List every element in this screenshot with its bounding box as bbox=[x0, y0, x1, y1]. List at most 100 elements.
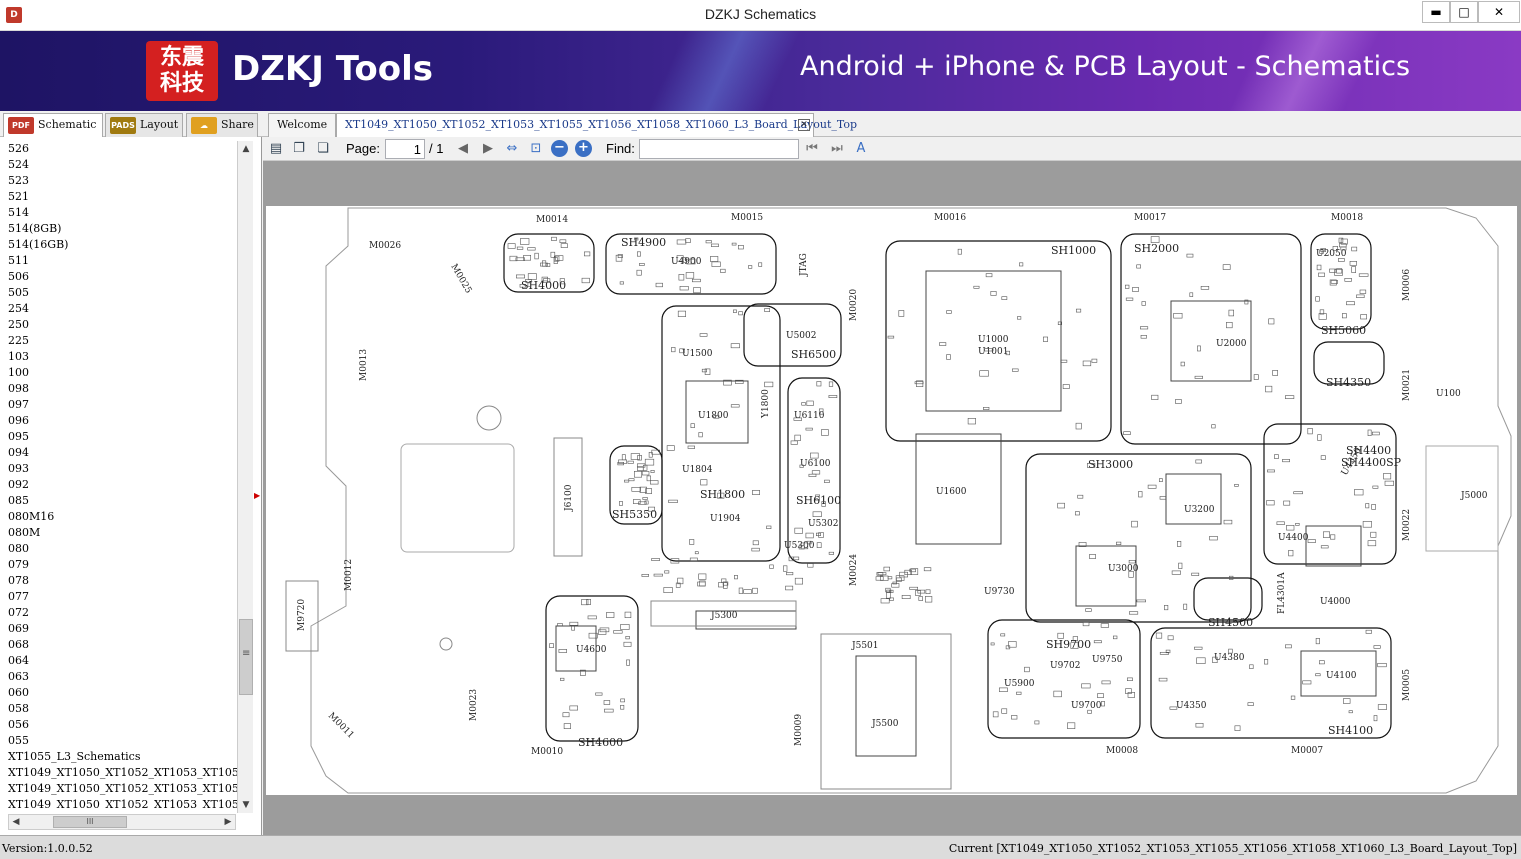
file-list-item[interactable]: 096 bbox=[0, 413, 237, 429]
file-list-item[interactable]: 100 bbox=[0, 365, 237, 381]
file-list-item[interactable]: 250 bbox=[0, 317, 237, 333]
tab-welcome[interactable]: Welcome bbox=[268, 113, 337, 137]
file-list-item[interactable]: 506 bbox=[0, 269, 237, 285]
file-tree-panel: 526 524 523 521 514 514(8GB) 514(16GB) 511 506 50… bbox=[0, 137, 262, 835]
file-list-item[interactable]: 080M bbox=[0, 525, 237, 541]
file-list-item[interactable]: 056 bbox=[0, 717, 237, 733]
file-list-item[interactable]: 063 bbox=[0, 669, 237, 685]
file-list-item[interactable]: 523 bbox=[0, 173, 237, 189]
scroll-right-icon[interactable]: ▶ bbox=[221, 815, 235, 829]
smd-pad bbox=[642, 497, 648, 500]
file-list-item[interactable]: 093 bbox=[0, 461, 237, 477]
scroll-thumb[interactable]: ≡ bbox=[239, 619, 253, 695]
file-list-item[interactable]: 058 bbox=[0, 701, 237, 717]
find-input[interactable] bbox=[639, 139, 799, 159]
tab-schematic[interactable]: PDF Schematic bbox=[3, 113, 103, 137]
file-list-item[interactable]: 078 bbox=[0, 573, 237, 589]
maximize-button[interactable]: □ bbox=[1450, 1, 1478, 23]
pcb-layout-page[interactable]: M0014 M0015 M0016 M0017 M0018 M0026 M0025 M0013… bbox=[266, 206, 1517, 795]
file-list-item[interactable]: 079 bbox=[0, 557, 237, 573]
smd-pad bbox=[1158, 478, 1163, 482]
file-list-item[interactable]: 505 bbox=[0, 285, 237, 301]
file-list-item[interactable]: 080 bbox=[0, 541, 237, 557]
smd-pad bbox=[1371, 504, 1376, 510]
file-list-item[interactable]: 514(8GB) bbox=[0, 221, 237, 237]
chip-outline bbox=[1165, 473, 1222, 525]
document-viewer[interactable]: M0014 M0015 M0016 M0017 M0018 M0026 M0025 M0013… bbox=[263, 161, 1521, 835]
scroll-down-icon[interactable]: ▼ bbox=[238, 797, 254, 813]
zoom-out-icon[interactable]: − bbox=[551, 140, 568, 157]
file-list-item[interactable]: 521 bbox=[0, 189, 237, 205]
file-list-item[interactable]: 524 bbox=[0, 157, 237, 173]
smd-pad bbox=[898, 310, 905, 317]
file-list-item[interactable]: 060 bbox=[0, 685, 237, 701]
smd-pad bbox=[1141, 301, 1146, 306]
fit-width-icon[interactable]: ⇔ bbox=[503, 140, 521, 158]
file-list-item[interactable]: 068 bbox=[0, 637, 237, 653]
file-list-item[interactable]: 064 bbox=[0, 653, 237, 669]
find-next-icon[interactable]: ⏭ bbox=[828, 140, 846, 158]
file-list-item[interactable]: XT1055_L3_Schematics bbox=[0, 749, 237, 765]
highlight-text-icon[interactable]: A bbox=[852, 140, 870, 158]
scroll-left-icon[interactable]: ◀ bbox=[9, 815, 23, 829]
smd-pad bbox=[973, 285, 980, 289]
smd-pad bbox=[1131, 520, 1138, 528]
file-list-item[interactable]: XT1049_XT1050_XT1052_XT1053_XT1055_XT105… bbox=[0, 797, 237, 809]
file-list-item[interactable]: 080M16 bbox=[0, 509, 237, 525]
title-bar: D DZKJ Schematics ▬ □ ✕ bbox=[0, 0, 1521, 31]
file-list-item[interactable]: 098 bbox=[0, 381, 237, 397]
file-list-item[interactable]: 514(16GB) bbox=[0, 237, 237, 253]
file-list-item[interactable]: 055 bbox=[0, 733, 237, 749]
smd-pad bbox=[711, 243, 719, 248]
file-list-item[interactable]: XT1049_XT1050_XT1052_XT1053_XT1055_XT105… bbox=[0, 781, 237, 797]
smd-pad bbox=[1017, 316, 1022, 320]
smd-pad bbox=[687, 445, 695, 449]
smd-pad bbox=[790, 440, 798, 445]
smd-pad bbox=[1359, 289, 1367, 294]
copy-page-icon[interactable]: ❐ bbox=[290, 140, 308, 158]
smd-pad bbox=[1343, 698, 1351, 704]
tab-document-active[interactable]: XT1049_XT1050_XT1052_XT1053_XT1055_XT105… bbox=[336, 113, 857, 137]
tab-share[interactable]: ☁ Share bbox=[186, 113, 258, 137]
file-list-item[interactable]: 094 bbox=[0, 445, 237, 461]
smd-pad bbox=[816, 381, 822, 387]
prev-page-icon[interactable]: ◀ bbox=[454, 140, 472, 158]
file-list-item[interactable]: 097 bbox=[0, 397, 237, 413]
horizontal-scrollbar[interactable]: ◀ III ▶ bbox=[8, 814, 236, 830]
file-list-item[interactable]: 072 bbox=[0, 605, 237, 621]
file-list-item[interactable]: 103 bbox=[0, 349, 237, 365]
file-list-item[interactable]: XT1049_XT1050_XT1052_XT1053_XT1055_XT105… bbox=[0, 765, 237, 781]
hscroll-thumb[interactable]: III bbox=[53, 816, 127, 828]
close-button[interactable]: ✕ bbox=[1478, 1, 1520, 23]
file-list-item[interactable]: 511 bbox=[0, 253, 237, 269]
file-list-item[interactable]: 254 bbox=[0, 301, 237, 317]
tab-layout[interactable]: PADS Layout bbox=[105, 113, 183, 137]
find-previous-icon[interactable]: ⏮ bbox=[803, 140, 821, 158]
file-list-item[interactable]: 077 bbox=[0, 589, 237, 605]
shield-label: SH1000 bbox=[1051, 244, 1096, 257]
file-list-item[interactable]: 092 bbox=[0, 477, 237, 493]
close-tab-icon[interactable]: ✕ bbox=[798, 119, 810, 131]
file-list-item[interactable]: 085 bbox=[0, 493, 237, 509]
file-list-item[interactable]: 095 bbox=[0, 429, 237, 445]
file-list-item[interactable]: 069 bbox=[0, 621, 237, 637]
zoom-in-icon[interactable]: + bbox=[575, 140, 592, 157]
pages-icon[interactable]: ❏ bbox=[314, 140, 332, 158]
tab-label: Share bbox=[221, 118, 254, 131]
smd-pad bbox=[507, 243, 516, 249]
file-list-item[interactable]: 225 bbox=[0, 333, 237, 349]
smd-pad bbox=[1074, 511, 1080, 516]
scroll-up-icon[interactable]: ▲ bbox=[238, 141, 254, 157]
splitter-arrow-icon[interactable]: ▶ bbox=[254, 491, 260, 501]
page-input[interactable] bbox=[385, 139, 425, 159]
next-page-icon[interactable]: ▶ bbox=[479, 140, 497, 158]
file-list-item[interactable]: 514 bbox=[0, 205, 237, 221]
smd-pad bbox=[1286, 524, 1295, 531]
fit-page-icon[interactable]: ⊡ bbox=[527, 140, 545, 158]
smd-pad bbox=[1167, 635, 1174, 641]
open-file-icon[interactable]: ▤ bbox=[267, 140, 285, 158]
minimize-button[interactable]: ▬ bbox=[1422, 1, 1450, 23]
vertical-scrollbar[interactable]: ▲ ≡ ▼ bbox=[237, 141, 253, 813]
component-label: U3000 bbox=[1108, 564, 1139, 574]
file-list-item[interactable]: 526 bbox=[0, 141, 237, 157]
